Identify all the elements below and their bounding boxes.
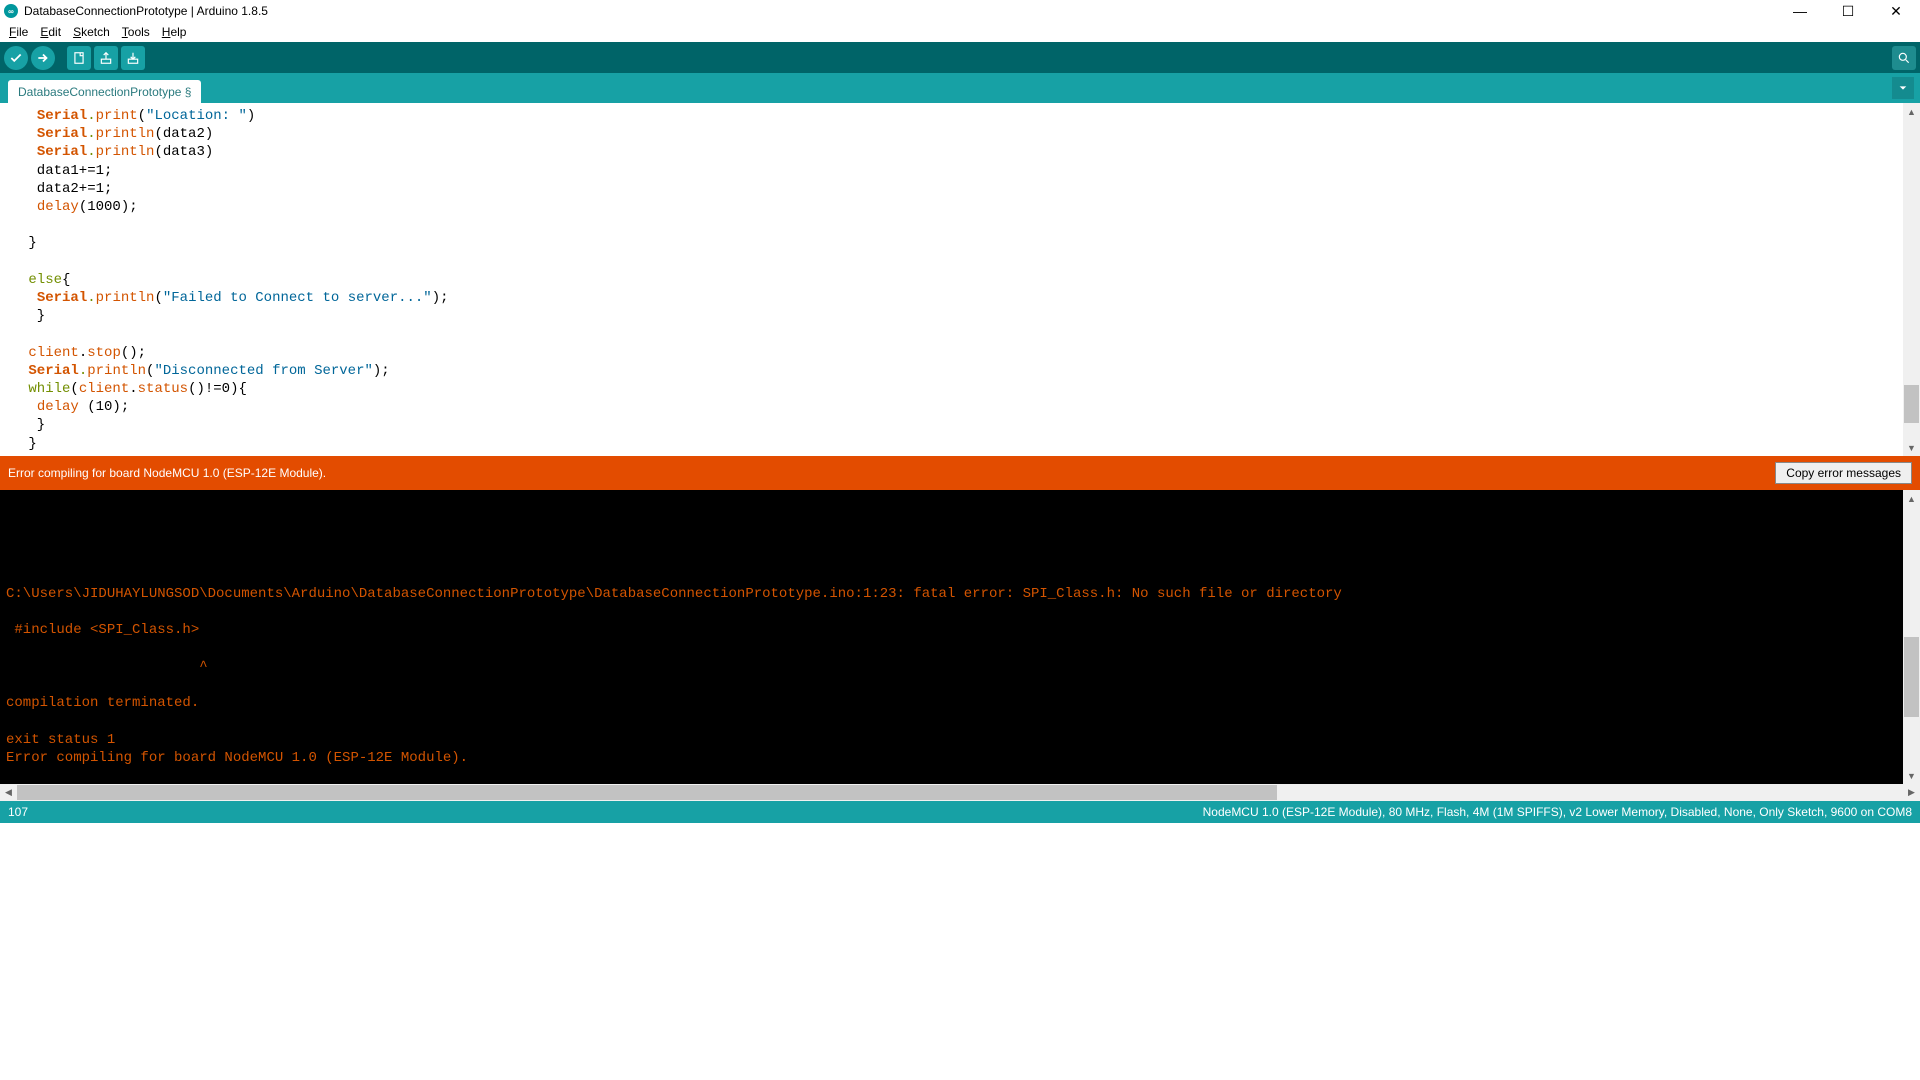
app-icon: ∞ bbox=[4, 4, 18, 18]
compile-status-bar: Error compiling for board NodeMCU 1.0 (E… bbox=[0, 456, 1920, 490]
board-info: NodeMCU 1.0 (ESP-12E Module), 80 MHz, Fl… bbox=[1203, 805, 1912, 819]
serial-monitor-button[interactable] bbox=[1892, 46, 1916, 70]
maximize-button[interactable]: ☐ bbox=[1836, 3, 1860, 20]
save-sketch-button[interactable] bbox=[121, 46, 145, 70]
menu-bar: File Edit Sketch Tools Help bbox=[0, 22, 1920, 42]
console-horizontal-scrollbar[interactable]: ◀ ▶ bbox=[0, 784, 1920, 801]
scroll-down-icon[interactable]: ▼ bbox=[1903, 767, 1920, 784]
menu-edit[interactable]: Edit bbox=[35, 24, 66, 40]
tab-bar: DatabaseConnectionPrototype § bbox=[0, 73, 1920, 103]
scroll-right-icon[interactable]: ▶ bbox=[1903, 787, 1920, 798]
menu-sketch[interactable]: Sketch bbox=[68, 24, 115, 40]
toolbar bbox=[0, 42, 1920, 73]
close-button[interactable]: ✕ bbox=[1884, 3, 1908, 20]
new-sketch-button[interactable] bbox=[67, 46, 91, 70]
check-icon bbox=[9, 51, 23, 65]
arrow-right-icon bbox=[36, 51, 50, 65]
verify-button[interactable] bbox=[4, 46, 28, 70]
code-editor[interactable]: Serial.print("Location: ") Serial.printl… bbox=[0, 103, 1920, 456]
tab-sketch[interactable]: DatabaseConnectionPrototype § bbox=[8, 80, 201, 103]
footer-bar: 107 NodeMCU 1.0 (ESP-12E Module), 80 MHz… bbox=[0, 801, 1920, 823]
console-vertical-scrollbar[interactable]: ▲ ▼ bbox=[1903, 490, 1920, 784]
menu-tools[interactable]: Tools bbox=[117, 24, 155, 40]
output-console[interactable]: C:\Users\JIDUHAYLUNGSOD\Documents\Arduin… bbox=[0, 490, 1920, 784]
tab-menu-button[interactable] bbox=[1892, 77, 1914, 99]
scroll-thumb[interactable] bbox=[1904, 385, 1919, 423]
scroll-down-icon[interactable]: ▼ bbox=[1903, 439, 1920, 456]
menu-help[interactable]: Help bbox=[157, 24, 192, 40]
menu-file[interactable]: File bbox=[4, 24, 33, 40]
minimize-button[interactable]: — bbox=[1788, 3, 1812, 20]
line-number: 107 bbox=[8, 805, 28, 819]
scroll-left-icon[interactable]: ◀ bbox=[0, 787, 17, 798]
status-message: Error compiling for board NodeMCU 1.0 (E… bbox=[8, 466, 326, 480]
open-sketch-button[interactable] bbox=[94, 46, 118, 70]
file-icon bbox=[72, 51, 86, 65]
editor-vertical-scrollbar[interactable]: ▲ ▼ bbox=[1903, 103, 1920, 456]
scroll-up-icon[interactable]: ▲ bbox=[1903, 103, 1920, 120]
scroll-thumb[interactable] bbox=[17, 785, 1277, 800]
upload-button[interactable] bbox=[31, 46, 55, 70]
search-icon bbox=[1897, 51, 1911, 65]
window-title: DatabaseConnectionPrototype | Arduino 1.… bbox=[24, 4, 268, 18]
chevron-down-icon bbox=[1898, 83, 1908, 93]
copy-error-button[interactable]: Copy error messages bbox=[1775, 462, 1912, 484]
scroll-up-icon[interactable]: ▲ bbox=[1903, 490, 1920, 507]
arrow-up-icon bbox=[99, 51, 113, 65]
scroll-thumb[interactable] bbox=[1904, 637, 1919, 717]
arrow-down-icon bbox=[126, 51, 140, 65]
title-bar: ∞ DatabaseConnectionPrototype | Arduino … bbox=[0, 0, 1920, 22]
